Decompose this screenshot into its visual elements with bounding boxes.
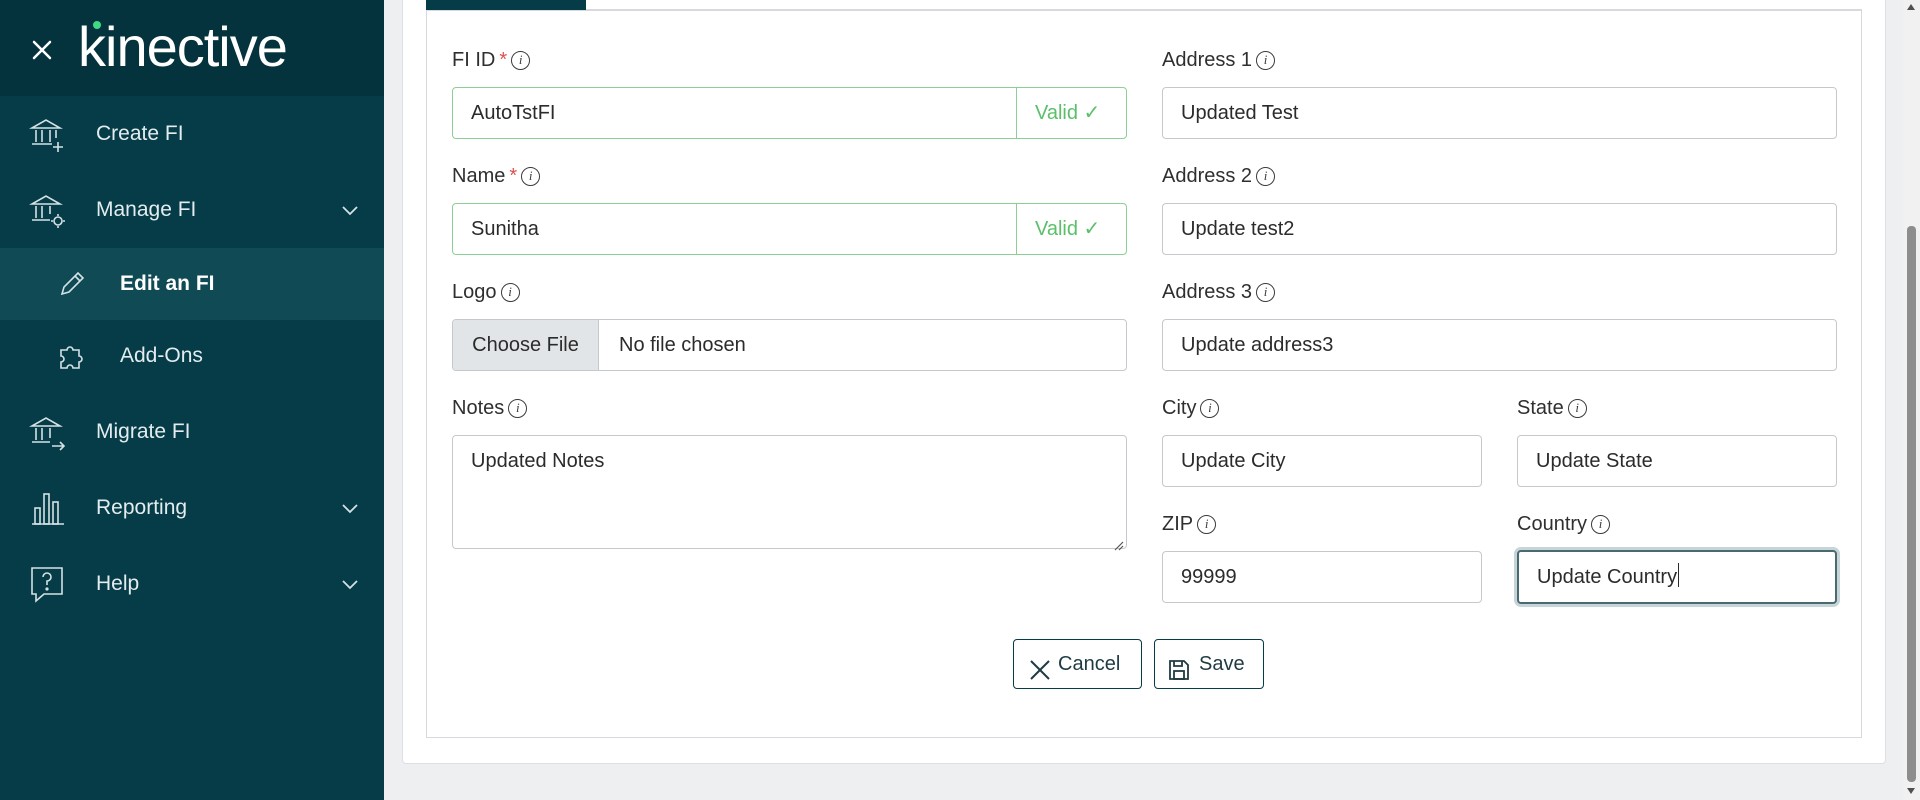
scrollbar-thumb[interactable] xyxy=(1907,226,1916,782)
name-input[interactable]: Sunitha xyxy=(452,203,1017,255)
zip-label: ZIP i xyxy=(1162,512,1217,536)
resize-grip-icon[interactable] xyxy=(1112,534,1124,551)
svg-text:kinective: kinective xyxy=(78,18,287,78)
sidebar: kinective Create FI Manage FI Edit an FI… xyxy=(0,0,384,800)
info-icon[interactable]: i xyxy=(1256,167,1276,186)
info-icon[interactable]: i xyxy=(500,283,520,302)
address3-label: Address 3i xyxy=(1162,280,1276,304)
text-caret xyxy=(1678,563,1680,587)
sidebar-item-label: Migrate FI xyxy=(96,420,191,443)
address3-input[interactable]: Update address3 xyxy=(1162,319,1837,371)
logo-mark: kinective xyxy=(78,15,288,78)
address1-label: Address 1i xyxy=(1162,48,1276,72)
chevron-down-icon[interactable] xyxy=(338,198,362,222)
active-tab-indicator[interactable] xyxy=(426,0,586,10)
sidebar-item-edit-an-fi[interactable]: Edit an FI xyxy=(0,248,384,320)
country-value: Update Country xyxy=(1537,566,1678,588)
file-status-text: No file chosen xyxy=(619,334,746,356)
address2-label: Address 2i xyxy=(1162,164,1276,188)
sidebar-item-add-ons[interactable]: Add-Ons xyxy=(0,320,384,392)
bank-arrow-icon xyxy=(28,412,68,452)
logo-label-text: Logo xyxy=(452,281,497,303)
sidebar-item-help[interactable]: Help xyxy=(0,548,384,620)
bank-plus-icon xyxy=(28,114,68,154)
info-icon[interactable]: i xyxy=(508,399,528,418)
sidebar-item-label: Edit an FI xyxy=(120,272,215,295)
name-label-text: Name xyxy=(452,165,506,187)
required-marker: * xyxy=(499,49,508,71)
close-icon xyxy=(1028,652,1052,680)
sidebar-item-migrate-fi[interactable]: Migrate FI xyxy=(0,396,384,468)
save-label: Save xyxy=(1199,653,1245,675)
save-button[interactable]: Save xyxy=(1154,639,1264,689)
address2-input[interactable]: Update test2 xyxy=(1162,203,1837,255)
logo-file-input[interactable]: Choose File No file chosen xyxy=(452,319,1127,371)
country-label-text: Country xyxy=(1517,513,1588,535)
pencil-icon xyxy=(56,268,88,300)
city-input[interactable]: Update City xyxy=(1162,435,1482,487)
sidebar-item-label: Manage FI xyxy=(96,198,197,221)
scroll-up-arrow-icon[interactable] xyxy=(1907,4,1915,10)
state-input[interactable]: Update State xyxy=(1517,435,1837,487)
floppy-disk-icon xyxy=(1167,652,1191,680)
help-bubble-icon xyxy=(28,564,68,604)
city-label: City i xyxy=(1162,396,1220,420)
address1-label-text: Address 1 xyxy=(1162,49,1253,71)
bar-chart-icon xyxy=(28,488,68,528)
fi-id-valid-badge: Valid ✓ xyxy=(1016,87,1127,139)
info-icon[interactable]: i xyxy=(521,167,541,186)
notes-textarea[interactable]: Updated Notes xyxy=(452,435,1127,551)
name-label: Name * i xyxy=(452,164,541,188)
sidebar-item-create-fi[interactable]: Create FI xyxy=(0,98,384,170)
notes-label-text: Notes xyxy=(452,397,505,419)
info-icon[interactable]: i xyxy=(1567,399,1587,418)
fi-id-label: FI ID * i xyxy=(452,48,531,72)
sidebar-item-label: Create FI xyxy=(96,122,184,145)
sidebar-item-label: Reporting xyxy=(96,496,188,519)
required-marker: * xyxy=(509,165,518,187)
notes-value: Updated Notes xyxy=(471,450,605,472)
close-icon[interactable] xyxy=(22,30,62,70)
address2-label-text: Address 2 xyxy=(1162,165,1253,187)
scroll-down-arrow-icon[interactable] xyxy=(1907,788,1915,794)
address3-label-text: Address 3 xyxy=(1162,281,1253,303)
info-icon[interactable]: i xyxy=(511,51,531,70)
info-icon[interactable]: i xyxy=(1591,515,1611,534)
choose-file-button[interactable]: Choose File xyxy=(453,320,599,370)
chevron-down-icon[interactable] xyxy=(338,496,362,520)
sidebar-header: kinective xyxy=(0,0,384,96)
city-label-text: City xyxy=(1162,397,1197,419)
country-input[interactable]: Update Country xyxy=(1517,550,1837,604)
state-label-text: State xyxy=(1517,397,1564,419)
chevron-down-icon[interactable] xyxy=(338,572,362,596)
info-icon[interactable]: i xyxy=(1256,283,1276,302)
name-valid-badge: Valid ✓ xyxy=(1016,203,1127,255)
info-icon[interactable]: i xyxy=(1197,515,1217,534)
fi-id-label-text: FI ID xyxy=(452,49,496,71)
logo-label: Logo i xyxy=(452,280,520,304)
sidebar-item-label: Help xyxy=(96,572,140,595)
kinective-logo: kinective xyxy=(78,15,308,89)
zip-label-text: ZIP xyxy=(1162,513,1194,535)
page-scrollbar[interactable] xyxy=(1903,0,1920,800)
info-icon[interactable]: i xyxy=(1200,399,1220,418)
fi-id-input[interactable]: AutoTstFI xyxy=(452,87,1017,139)
bank-gear-icon xyxy=(28,190,68,230)
tab-divider xyxy=(586,9,1862,10)
info-icon[interactable]: i xyxy=(1256,51,1276,70)
zip-input[interactable]: 99999 xyxy=(1162,551,1482,603)
sidebar-item-label: Add-Ons xyxy=(120,344,203,367)
notes-label: Notes i xyxy=(452,396,528,420)
country-label: Country i xyxy=(1517,512,1611,536)
address1-input[interactable]: Updated Test xyxy=(1162,87,1837,139)
sidebar-item-reporting[interactable]: Reporting xyxy=(0,472,384,544)
puzzle-icon xyxy=(56,340,88,372)
state-label: State i xyxy=(1517,396,1587,420)
cancel-label: Cancel xyxy=(1058,653,1121,675)
sidebar-item-manage-fi[interactable]: Manage FI xyxy=(0,174,384,246)
cancel-button[interactable]: Cancel xyxy=(1013,639,1142,689)
